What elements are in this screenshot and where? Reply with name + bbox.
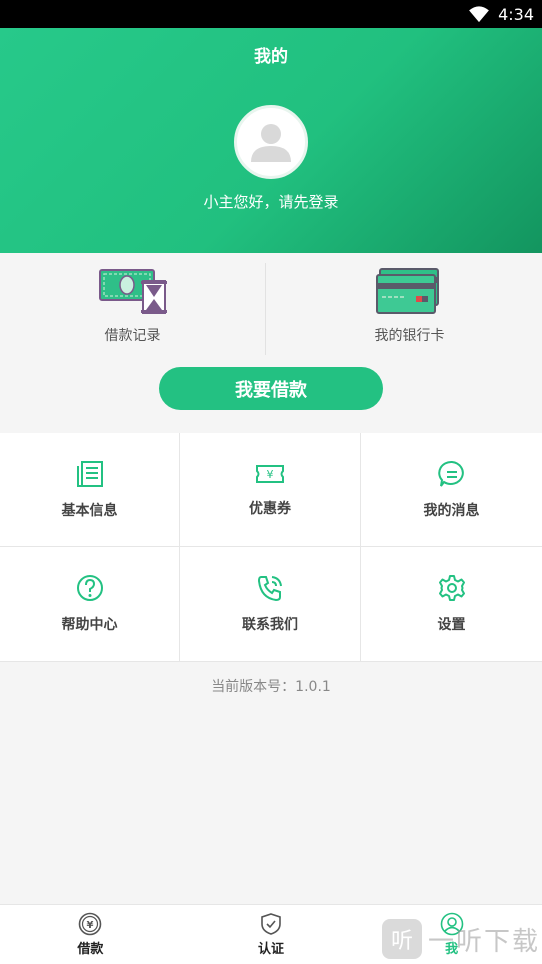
gear-icon: [438, 575, 465, 601]
login-prompt[interactable]: 小主您好，请先登录: [0, 191, 542, 212]
menu-item-label: 我的消息: [423, 502, 480, 519]
loan-record-label: 借款记录: [104, 328, 161, 344]
bank-card-button[interactable]: 我的银行卡: [277, 253, 542, 355]
apply-loan-button[interactable]: 我要借款: [159, 367, 383, 410]
bank-card-icon: [375, 268, 439, 314]
watermark: 听 一听下载: [382, 918, 540, 960]
menu-item-settings[interactable]: 设置: [361, 547, 542, 662]
svg-text:¥: ¥: [87, 920, 94, 931]
menu-item-label: 联系我们: [242, 617, 298, 633]
coupon-icon: ¥: [256, 464, 284, 483]
status-bar: 4:34: [0, 0, 542, 28]
tab-label: 认证: [258, 942, 285, 957]
watermark-logo-char: 听: [390, 929, 413, 954]
quick-divider: [265, 263, 266, 355]
menu-item-contact[interactable]: 联系我们: [180, 547, 361, 662]
shield-icon: [261, 913, 281, 935]
loan-record-button[interactable]: 借款记录: [0, 253, 265, 355]
status-time: 4:34: [498, 4, 534, 24]
yen-coin-icon: ¥: [79, 912, 102, 936]
user-silhouette-icon: [251, 124, 291, 162]
tab-label: 借款: [77, 942, 104, 957]
menu-item-label: 帮助中心: [61, 617, 118, 633]
menu-item-label: 设置: [437, 617, 466, 633]
menu-item-label: 优惠券: [249, 500, 291, 517]
phone-icon: [257, 576, 282, 602]
avatar[interactable]: [234, 105, 308, 179]
menu-grid: 基本信息 ¥ 优惠券 我的消息 帮助中心 联系我们 设置: [0, 433, 542, 662]
profile-header: 我的 小主您好，请先登录: [0, 28, 542, 253]
tab-loan[interactable]: ¥ 借款: [0, 905, 181, 964]
menu-item-messages[interactable]: 我的消息: [361, 433, 542, 547]
wifi-icon: [469, 6, 489, 23]
bank-card-label: 我的银行卡: [374, 328, 445, 344]
help-icon: [76, 575, 103, 601]
document-icon: [76, 460, 103, 487]
quick-actions: 借款记录 我的银行卡 我要借款: [0, 253, 542, 423]
watermark-text: 一听下载: [428, 926, 541, 957]
menu-item-label: 基本信息: [61, 502, 118, 519]
message-icon: [437, 460, 464, 487]
menu-item-basic-info[interactable]: 基本信息: [0, 433, 180, 547]
tab-verify[interactable]: 认证: [181, 905, 362, 964]
watermark-logo: 听: [382, 919, 422, 959]
menu-item-coupon[interactable]: ¥ 优惠券: [180, 433, 361, 547]
svg-text:¥: ¥: [267, 468, 274, 481]
loan-record-icon: [98, 269, 167, 314]
menu-item-help[interactable]: 帮助中心: [0, 547, 180, 662]
version-text: 当前版本号：1.0.1: [211, 679, 331, 695]
page-title: 我的: [254, 47, 288, 67]
